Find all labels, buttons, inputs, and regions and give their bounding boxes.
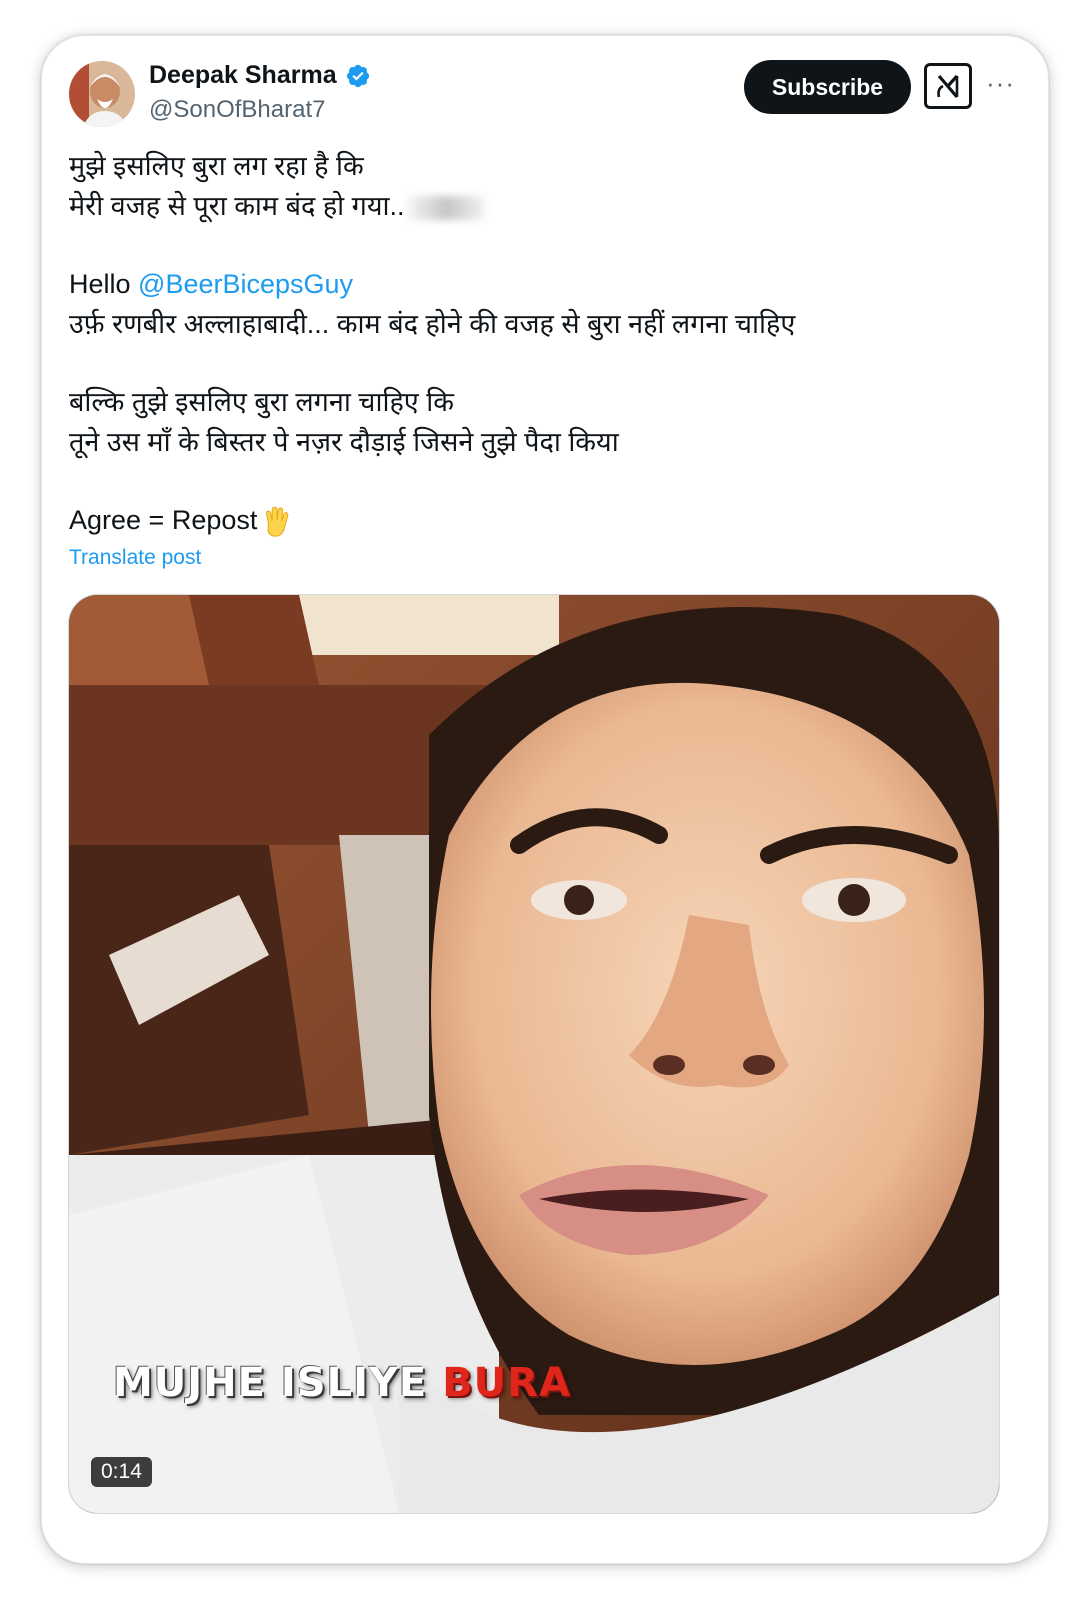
post-line: मेरी वजह से पूरा काम बंद हो गया.. [69,186,1019,226]
post-line-text: Hello [69,269,139,299]
video-player[interactable]: MUJHE ISLIYE BURA 0:14 [68,594,1000,1514]
post-text: मुझे इसलिए बुरा लग रहा है कि मेरी वजह से… [69,146,1019,540]
post-line: मुझे इसलिए बुरा लग रहा है कि [69,151,364,181]
video-caption: MUJHE ISLIYE BURA [113,1360,571,1406]
post-line: Hello @BeerBicepsGuy [69,264,1019,304]
post-card: Deepak Sharma @SonOfBharat7 Subscribe ··… [41,35,1049,1564]
author-name-row: Deepak Sharma [149,61,371,90]
raised-hand-emoji [266,506,289,537]
translate-post-link[interactable]: Translate post [69,546,201,570]
caption-white: MUJHE ISLIYE [113,1360,428,1406]
mention-link[interactable]: @BeerBicepsGuy [138,269,353,299]
post-line-text: Agree = Repost [69,505,258,535]
blurred-emoji [406,195,485,220]
grok-icon[interactable] [924,63,972,109]
post-line: Agree = Repost [69,500,1019,540]
post-line: तूने उस माँ के बिस्तर पे नज़र दौड़ाई जिस… [69,427,619,457]
post-line-text: मेरी वजह से पूरा काम बंद हो गया.. [69,191,405,221]
author-avatar[interactable] [69,61,135,127]
more-options-icon[interactable]: ··· [986,68,1015,99]
author-handle[interactable]: @SonOfBharat7 [149,96,325,124]
video-duration: 0:14 [91,1457,152,1487]
verified-badge-icon [346,64,369,87]
author-name[interactable]: Deepak Sharma [149,61,337,90]
caption-red: BURA [442,1360,571,1406]
post-line: उर्फ़ रणबीर अल्लाहाबादी... काम बंद होने … [69,309,796,339]
post-line: बल्कि तुझे इसलिए बुरा लगना चाहिए कि [69,387,454,417]
subscribe-button[interactable]: Subscribe [744,60,911,114]
